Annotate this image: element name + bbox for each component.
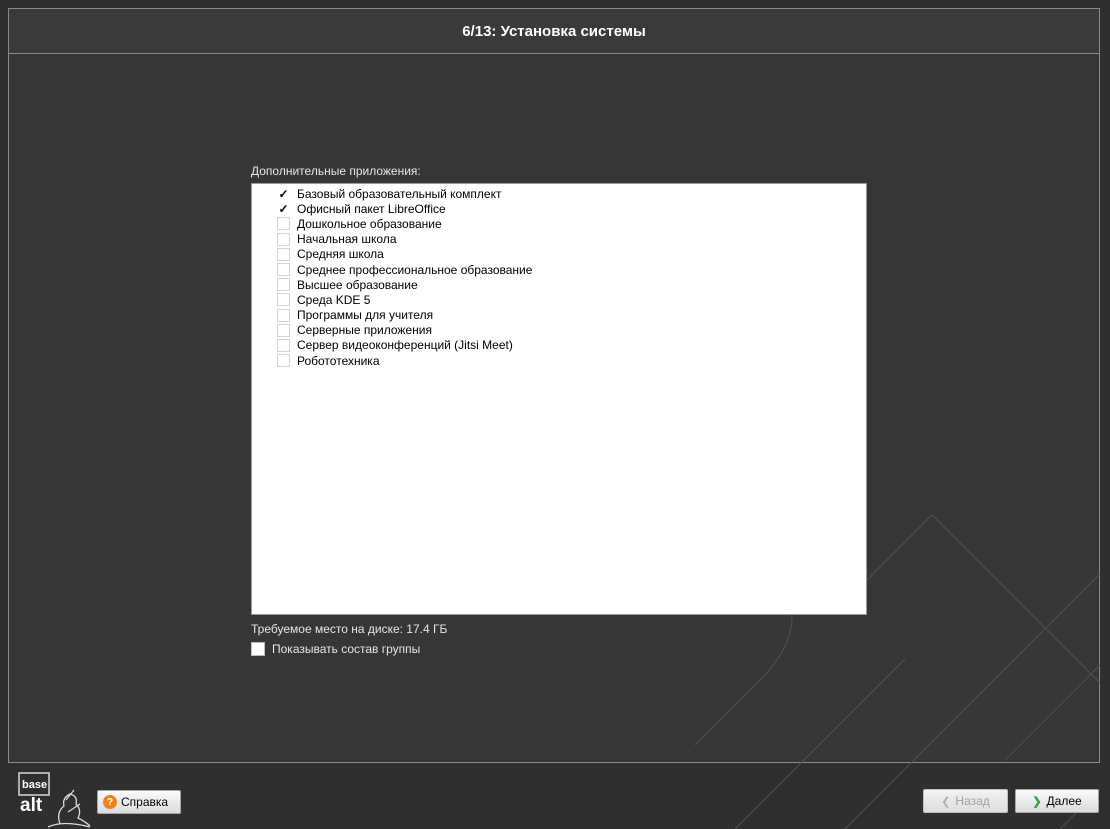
app-list-item-label: Начальная школа: [297, 232, 397, 247]
app-list-item-label: Программы для учителя: [297, 308, 434, 323]
checked-checkbox[interactable]: ✓: [277, 187, 290, 201]
unchecked-checkbox[interactable]: [277, 232, 290, 246]
unchecked-checkbox[interactable]: [277, 293, 290, 307]
app-list-item-label: Базовый образовательный комплект: [297, 186, 502, 201]
unchecked-checkbox[interactable]: [277, 338, 290, 352]
app-list-item-label: Средняя школа: [297, 247, 384, 262]
app-list-item[interactable]: ✓ Офисный пакет LibreOffice: [252, 201, 866, 216]
help-button-label: Справка: [121, 795, 169, 809]
next-button-label: Далее: [1046, 794, 1082, 808]
app-list-item-label: Высшее образование: [297, 277, 418, 292]
app-list-item[interactable]: Серверные приложения: [252, 323, 866, 338]
unchecked-checkbox[interactable]: [277, 247, 290, 261]
next-button[interactable]: ❯ Далее: [1015, 789, 1099, 813]
unchecked-checkbox[interactable]: [277, 278, 290, 292]
apps-listbox[interactable]: ✓ Базовый образовательный комплект ✓ Офисны…: [251, 183, 867, 615]
app-list-item[interactable]: Дошкольное образование: [252, 216, 866, 231]
app-list-item-label: Офисный пакет LibreOffice: [297, 201, 446, 216]
app-list-item-label: Робототехника: [297, 353, 380, 368]
app-list-item[interactable]: Робототехника: [252, 353, 866, 368]
show-group-label: Показывать состав группы: [272, 642, 421, 656]
app-list-item-label: Дошкольное образование: [297, 216, 442, 231]
checked-checkbox[interactable]: ✓: [277, 202, 290, 216]
show-group-checkbox-box[interactable]: [251, 642, 265, 656]
disk-space-label: Требуемое место на диске: 17.4 ГБ: [251, 622, 448, 636]
unchecked-checkbox[interactable]: [277, 217, 290, 231]
back-button[interactable]: ❮ Назад: [923, 789, 1008, 813]
show-group-checkbox[interactable]: Показывать состав группы: [251, 642, 420, 656]
page-title: 6/13: Установка системы: [462, 22, 646, 40]
logo-text-base: base: [22, 779, 47, 791]
app-list-item[interactable]: Программы для учителя: [252, 308, 866, 323]
unchecked-checkbox[interactable]: [277, 263, 290, 277]
chevron-left-icon: ❮: [941, 795, 951, 808]
apps-section-label: Дополнительные приложения:: [251, 164, 421, 178]
app-list-item[interactable]: Сервер видеоконференций (Jitsi Meet): [252, 338, 866, 353]
chevron-right-icon: ❯: [1032, 795, 1042, 808]
logo-text-alt: alt: [20, 795, 43, 816]
help-icon: ?: [103, 795, 117, 809]
app-list-item-label: Среднее профессиональное образование: [297, 262, 533, 277]
app-list-item-label: Серверные приложения: [297, 323, 432, 338]
unchecked-checkbox[interactable]: [277, 354, 290, 368]
back-button-label: Назад: [955, 794, 990, 808]
app-list-item[interactable]: Средняя школа: [252, 247, 866, 262]
help-button[interactable]: ? Справка: [97, 790, 181, 814]
unchecked-checkbox[interactable]: [277, 308, 290, 322]
app-list-item[interactable]: ✓ Базовый образовательный комплект: [252, 186, 866, 201]
app-list-item-label: Сервер видеоконференций (Jitsi Meet): [297, 338, 513, 353]
title-bar: 6/13: Установка системы: [9, 9, 1099, 54]
base-alt-logo: base alt: [18, 772, 91, 828]
app-list-item[interactable]: Высшее образование: [252, 277, 866, 292]
app-list-item-label: Среда KDE 5: [297, 292, 371, 307]
app-list-item[interactable]: Начальная школа: [252, 232, 866, 247]
app-list-item[interactable]: Среда KDE 5: [252, 292, 866, 307]
app-list-item[interactable]: Среднее профессиональное образование: [252, 262, 866, 277]
unchecked-checkbox[interactable]: [277, 323, 290, 337]
